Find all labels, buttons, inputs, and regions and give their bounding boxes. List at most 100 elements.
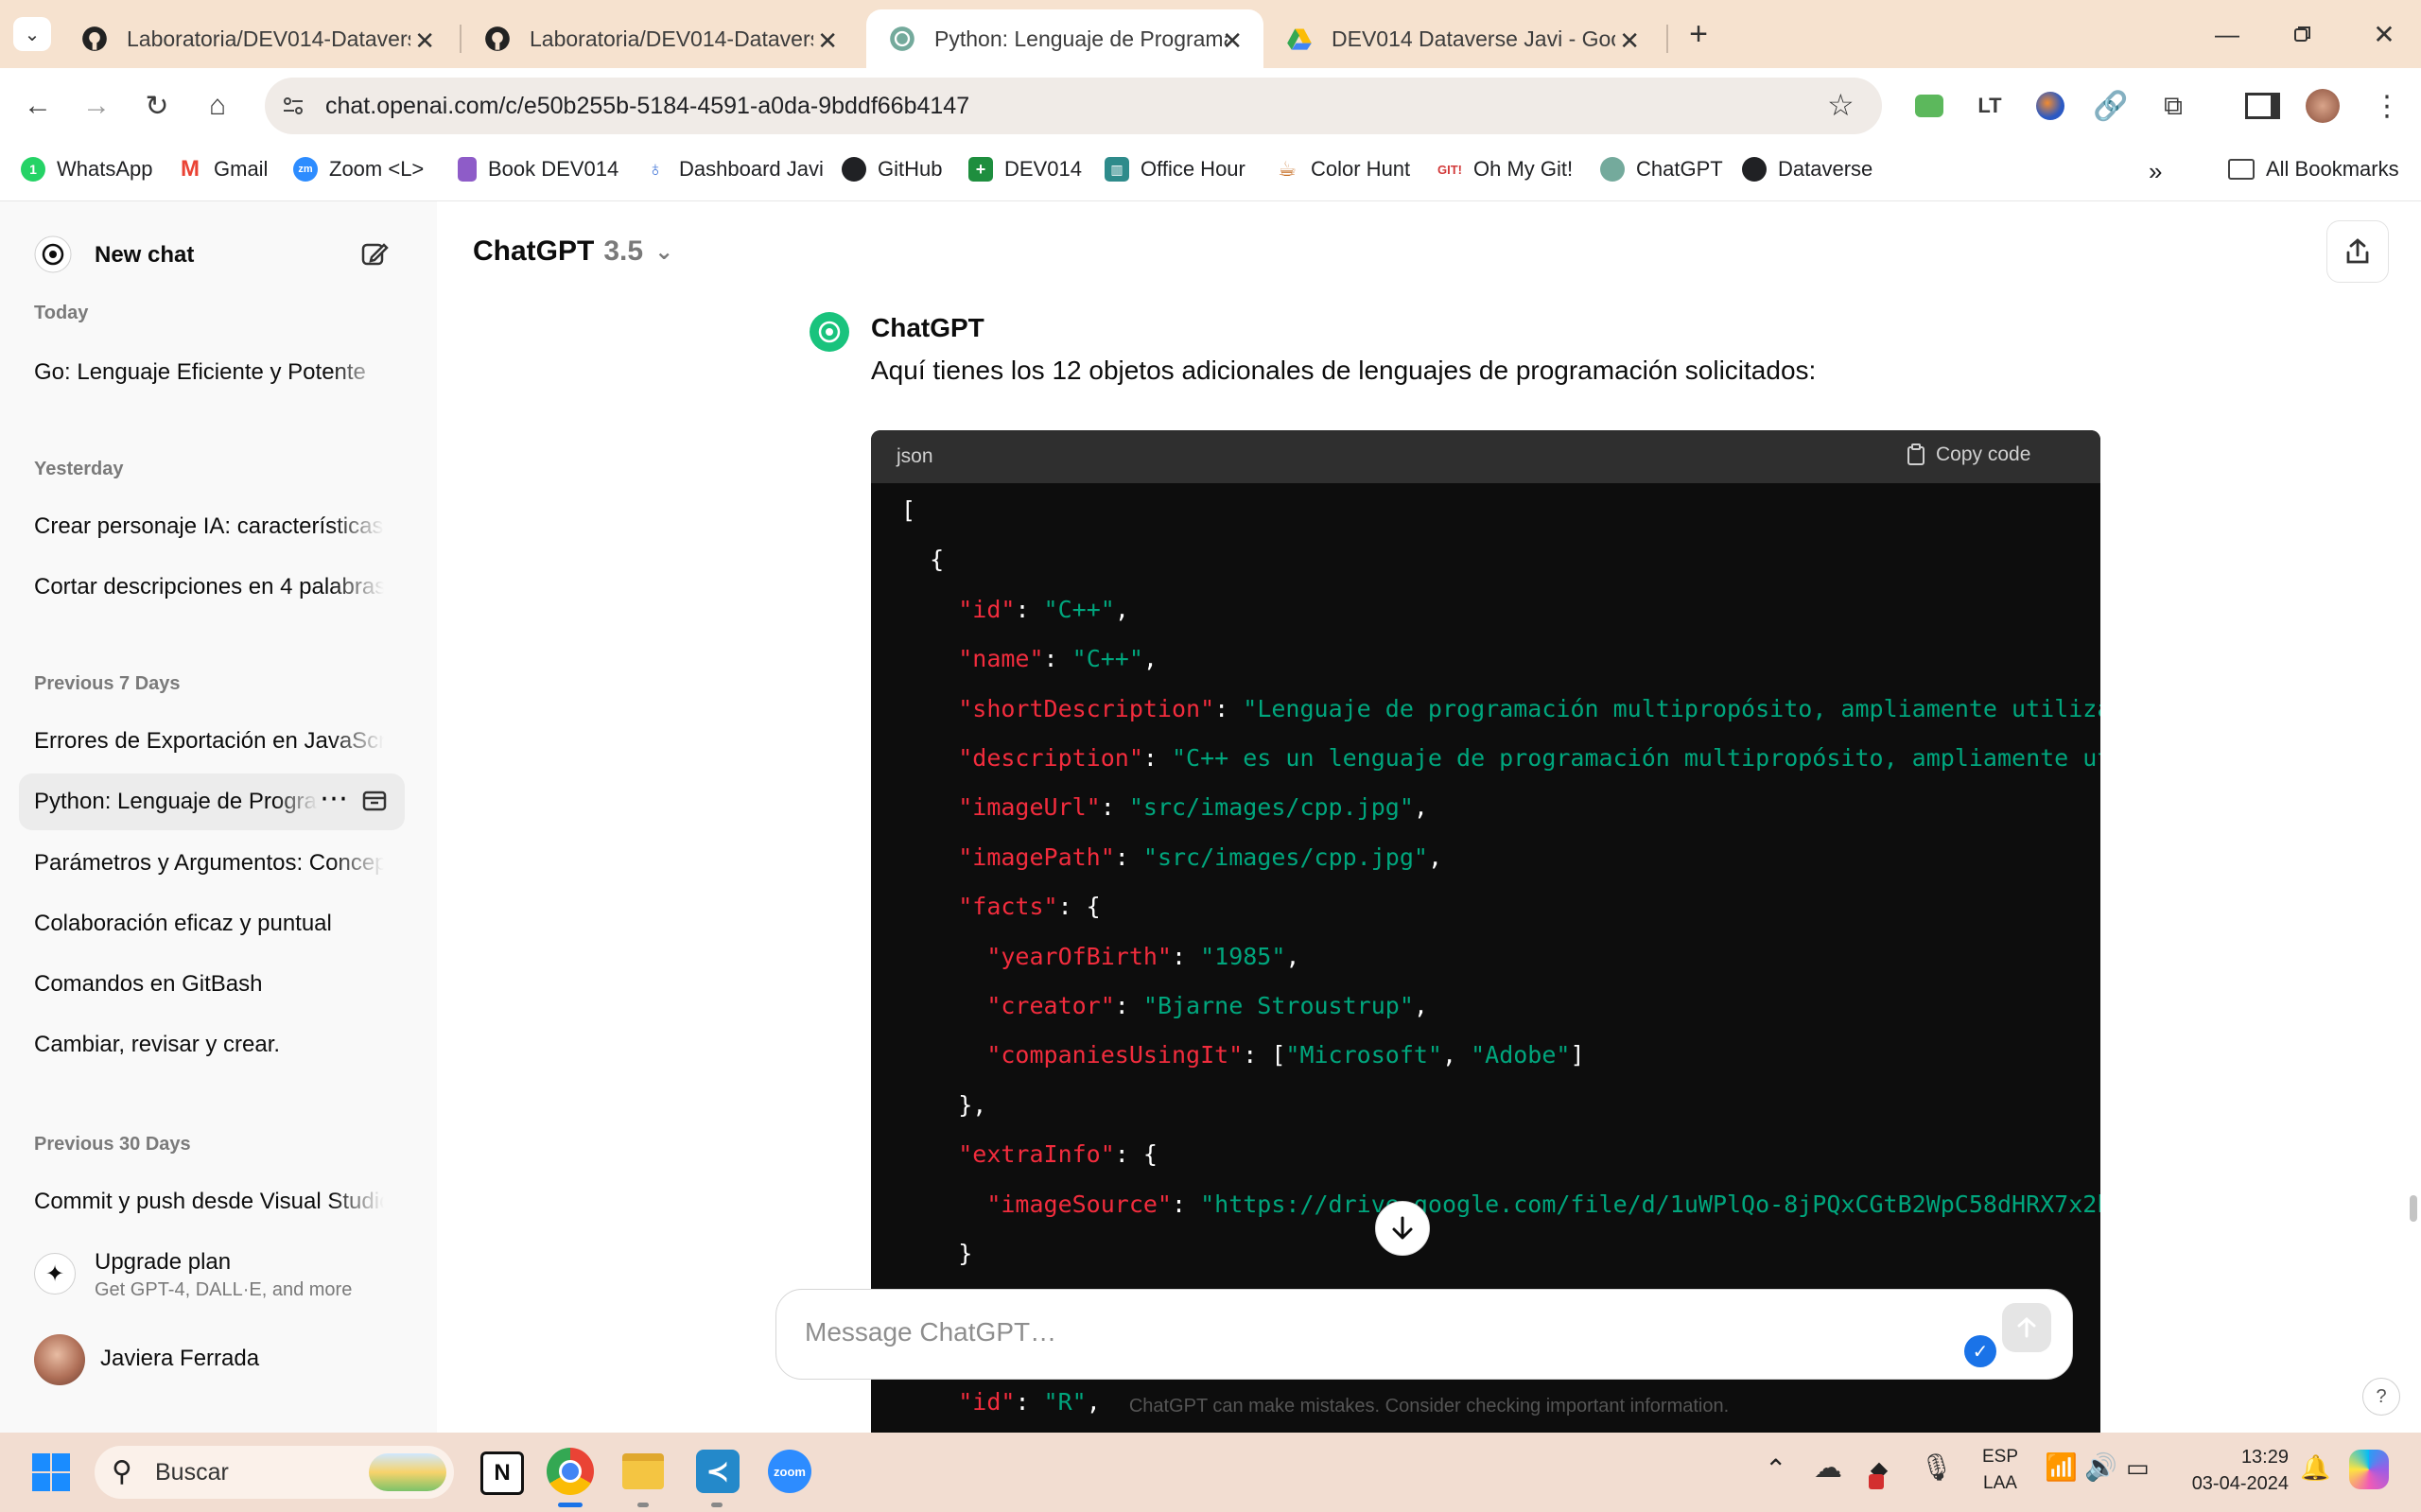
folder-icon bbox=[2228, 159, 2255, 180]
new-tab-button[interactable]: + bbox=[1680, 15, 1717, 53]
extensions-puzzle-icon[interactable]: ⧉ bbox=[2152, 85, 2194, 127]
chart-icon: ▥ bbox=[1105, 157, 1129, 182]
languagetool-icon[interactable]: LT bbox=[1969, 85, 2011, 127]
bookmark-whatsapp[interactable]: 1 WhatsApp bbox=[21, 157, 153, 182]
notification-bell-icon[interactable]: 🔔 bbox=[2300, 1453, 2330, 1483]
tab-search-icon[interactable]: ⌄ bbox=[13, 17, 51, 51]
chat-history-item[interactable]: Parámetros y Argumentos: Conceptos bbox=[34, 850, 384, 877]
code-line: "shortDescription": "Lenguaje de program… bbox=[901, 695, 2100, 722]
forward-icon[interactable]: → bbox=[76, 85, 117, 127]
code-line: "imagePath": "src/images/cpp.jpg", bbox=[901, 843, 1442, 871]
bookmark-book-dev014[interactable]: Book DEV014 bbox=[458, 157, 618, 182]
link-icon[interactable]: 🔗 bbox=[2090, 85, 2132, 127]
battery-icon[interactable]: ▭ bbox=[2126, 1453, 2150, 1483]
zoom-taskbar-icon[interactable]: zoom bbox=[768, 1450, 811, 1493]
bookmark-github[interactable]: GitHub bbox=[842, 157, 942, 182]
copilot-icon[interactable] bbox=[2349, 1450, 2389, 1489]
json-key: "facts" bbox=[958, 893, 1058, 921]
github-icon bbox=[842, 157, 866, 182]
json-key: "id" bbox=[958, 595, 1016, 623]
bookmark-dev014[interactable]: + DEV014 bbox=[968, 157, 1082, 182]
bookmark-label: Office Hour bbox=[1141, 157, 1245, 181]
home-icon[interactable]: ⌂ bbox=[197, 85, 238, 127]
chat-history-item[interactable]: Cortar descripciones en 4 palabras bbox=[34, 574, 384, 600]
upgrade-plan-button[interactable]: ✦ Upgrade plan Get GPT-4, DALL·E, and mo… bbox=[19, 1242, 405, 1312]
code-language: json bbox=[897, 445, 933, 467]
all-bookmarks[interactable]: All Bookmarks bbox=[2228, 157, 2399, 182]
chat-history-item[interactable]: Python: Lenguaje de Programación bbox=[34, 789, 318, 815]
chrome-taskbar-icon[interactable] bbox=[547, 1448, 594, 1495]
share-button[interactable] bbox=[2326, 220, 2389, 283]
copy-code-button[interactable]: Copy code bbox=[1906, 443, 2030, 466]
json-punctuation: : bbox=[1043, 645, 1072, 673]
close-icon[interactable]: ✕ bbox=[817, 26, 838, 56]
help-button[interactable]: ? bbox=[2362, 1378, 2400, 1416]
clock[interactable]: 13:29 03-04-2024 bbox=[2175, 1444, 2289, 1497]
back-icon[interactable]: ← bbox=[17, 85, 59, 127]
file-explorer-icon[interactable] bbox=[622, 1453, 664, 1489]
chat-history-item[interactable]: Commit y push desde Visual Studio bbox=[34, 1189, 384, 1215]
close-window-button[interactable]: ✕ bbox=[2360, 15, 2408, 53]
language-indicator[interactable]: ESP LAA bbox=[1978, 1444, 2022, 1497]
tab-github-1[interactable]: Laboratoria/DEV014-Dataverse ✕ bbox=[59, 9, 456, 68]
page-scrollbar-thumb[interactable] bbox=[2410, 1195, 2417, 1222]
site-info-icon[interactable] bbox=[280, 93, 306, 119]
bookmark-zoom[interactable]: zm Zoom <L> bbox=[293, 157, 424, 182]
volume-icon[interactable]: 🔊 bbox=[2084, 1451, 2117, 1483]
tray-overflow-icon[interactable]: ⌃ bbox=[1765, 1453, 1786, 1485]
bookmarks-overflow-icon[interactable]: » bbox=[2149, 157, 2162, 186]
bookmark-oh-my-git[interactable]: GIT! Oh My Git! bbox=[1437, 157, 1573, 182]
grammar-check-icon[interactable]: ✓ bbox=[1964, 1335, 1996, 1367]
minimize-button[interactable]: — bbox=[2203, 15, 2251, 53]
tab-github-2[interactable]: Laboratoria/DEV014-Dataverse ✕ bbox=[462, 9, 859, 68]
url-text: chat.openai.com/c/e50b255b-5184-4591-a0d… bbox=[325, 93, 970, 119]
more-options-icon[interactable]: ⋯ bbox=[320, 782, 348, 815]
archive-icon[interactable] bbox=[361, 788, 388, 814]
tab-google-drive[interactable]: DEV014 Dataverse Javi - Googl ✕ bbox=[1263, 9, 1661, 68]
address-bar[interactable]: chat.openai.com/c/e50b255b-5184-4591-a0d… bbox=[265, 78, 1882, 134]
extension-globe-icon[interactable] bbox=[2029, 85, 2071, 127]
restore-button[interactable] bbox=[2279, 15, 2326, 53]
tab-chatgpt[interactable]: Python: Lenguaje de Programac ✕ bbox=[866, 9, 1263, 68]
model-version: 3.5 bbox=[603, 235, 644, 267]
close-icon[interactable]: ✕ bbox=[1619, 26, 1640, 56]
bookmark-chatgpt[interactable]: ChatGPT bbox=[1600, 157, 1723, 182]
onedrive-icon[interactable]: ☁ bbox=[1814, 1451, 1842, 1485]
bookmark-star-icon[interactable]: ☆ bbox=[1827, 87, 1855, 123]
windows-start-icon[interactable] bbox=[32, 1453, 70, 1491]
json-punctuation bbox=[901, 744, 958, 772]
notion-icon[interactable]: N bbox=[480, 1451, 524, 1495]
chat-history-item[interactable]: Colaboración eficaz y puntual bbox=[34, 911, 384, 937]
microphone-icon[interactable]: 🎙 bbox=[1920, 1451, 1954, 1483]
close-icon[interactable]: ✕ bbox=[1222, 26, 1243, 56]
chat-history-item[interactable]: Crear personaje IA: características bbox=[34, 513, 384, 540]
section-previous-7-days: Previous 7 Days bbox=[34, 673, 181, 694]
chat-history-item[interactable]: Errores de Exportación en JavaScript bbox=[34, 728, 384, 755]
bookmark-office-hour[interactable]: ▥ Office Hour bbox=[1105, 157, 1245, 182]
search-highlight-image bbox=[369, 1453, 446, 1491]
user-profile-button[interactable]: Javiera Ferrada bbox=[19, 1327, 405, 1389]
model-selector[interactable]: ChatGPT 3.5 ⌄ bbox=[473, 235, 673, 268]
bookmark-color-hunt[interactable]: ☕ Color Hunt bbox=[1275, 157, 1410, 182]
send-button[interactable] bbox=[2002, 1303, 2051, 1352]
reload-icon[interactable]: ↻ bbox=[136, 85, 178, 127]
profile-avatar[interactable] bbox=[2302, 85, 2343, 127]
chat-history-item[interactable]: Comandos en GitBash bbox=[34, 971, 384, 998]
side-panel-icon[interactable] bbox=[2241, 85, 2283, 127]
new-chat-button[interactable]: New chat bbox=[19, 230, 405, 279]
taskbar-search[interactable]: ⚲ Buscar bbox=[95, 1446, 454, 1499]
chat-history-item[interactable]: Go: Lenguaje Eficiente y Potente bbox=[34, 359, 384, 386]
edit-icon[interactable] bbox=[359, 239, 390, 269]
wifi-icon[interactable]: 📶 bbox=[2045, 1451, 2078, 1483]
scroll-down-button[interactable] bbox=[1375, 1201, 1430, 1256]
message-input[interactable]: Message ChatGPT… ✓ bbox=[775, 1289, 2073, 1380]
bookmark-dashboard-javi[interactable]: ♁ Dashboard Javi bbox=[643, 157, 824, 182]
close-icon[interactable]: ✕ bbox=[414, 26, 435, 56]
bookmark-dataverse[interactable]: Dataverse bbox=[1742, 157, 1872, 182]
menu-kebab-icon[interactable]: ⋮ bbox=[2366, 85, 2408, 127]
bookmark-label: Oh My Git! bbox=[1473, 157, 1574, 181]
chat-history-item[interactable]: Cambiar, revisar y crear. bbox=[34, 1032, 384, 1058]
vscode-icon[interactable]: ≺ bbox=[696, 1450, 740, 1493]
bookmark-gmail[interactable]: M Gmail bbox=[178, 156, 268, 182]
extension-green-icon[interactable] bbox=[1908, 85, 1950, 127]
